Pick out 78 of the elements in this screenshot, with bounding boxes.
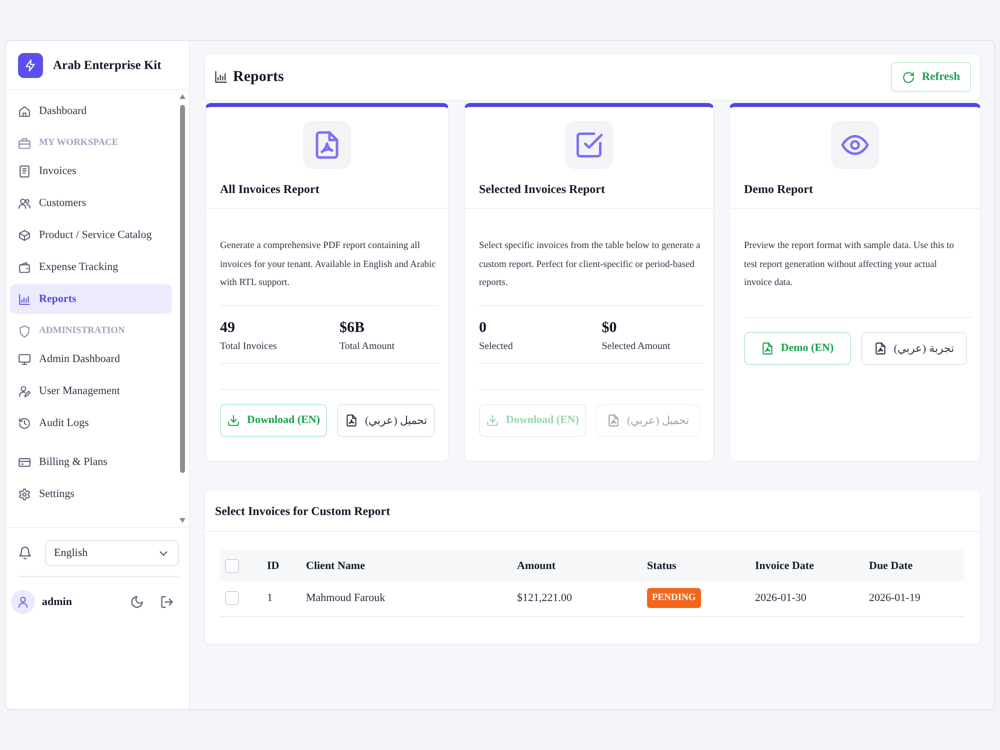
status-badge: PENDING xyxy=(647,588,701,608)
stat-label: Selected xyxy=(479,340,514,352)
user-edit-icon xyxy=(18,384,31,398)
table-cell: Mahmoud Farouk xyxy=(306,592,386,604)
stat-label: Total Invoices xyxy=(220,340,278,352)
bell-icon[interactable] xyxy=(18,546,32,560)
section-heading: MY WORKSPACE xyxy=(39,138,118,148)
column-header[interactable]: Invoice Date xyxy=(755,560,814,572)
lightning-icon xyxy=(18,52,43,78)
stat-value: 0 xyxy=(479,320,488,336)
bar-chart-icon xyxy=(214,70,228,84)
card-title: Selected Invoices Report xyxy=(479,182,605,197)
stat-value: $6B xyxy=(339,320,366,336)
download-icon xyxy=(486,414,499,426)
column-header[interactable]: Client Name xyxy=(306,560,365,572)
credit-card-icon xyxy=(18,456,31,468)
section-heading: ADMINISTRATION xyxy=(39,326,125,336)
people-icon xyxy=(18,196,31,210)
table-cell: 2026-01-30 xyxy=(755,592,806,604)
history-icon xyxy=(18,416,31,430)
checkbox[interactable] xyxy=(225,591,239,606)
arabic-demo-button[interactable]: تجربة (عربي) xyxy=(860,332,967,364)
language-select[interactable]: English xyxy=(45,540,179,566)
settings-icon xyxy=(18,488,31,500)
user-icon xyxy=(11,590,35,614)
shield-icon xyxy=(18,324,31,338)
stat-label: Total Amount xyxy=(339,340,396,352)
document-icon xyxy=(760,342,774,354)
document-icon xyxy=(874,342,887,354)
nav-item[interactable]: Expense Tracking xyxy=(10,252,172,282)
card-description: Preview the report format with sample data. Use this to test report generation without affecting your actual invoice data. xyxy=(744,240,956,290)
checkbox[interactable] xyxy=(225,558,239,572)
nav-item[interactable]: Dashboard xyxy=(10,96,172,126)
receipt-icon xyxy=(18,164,31,178)
wallet-icon xyxy=(18,260,31,274)
nav-item[interactable]: User Management xyxy=(10,376,172,406)
arabic-download-button[interactable]: تحميل (عربي) xyxy=(337,404,435,436)
card-title: All Invoices Report xyxy=(220,182,320,197)
document-icon xyxy=(303,121,351,169)
brand-name: Arab Enterprise Kit xyxy=(53,58,162,72)
bar-chart-icon xyxy=(18,292,31,306)
page-title: Reports xyxy=(233,68,284,86)
user-name: admin xyxy=(42,596,72,608)
scrollbar[interactable] xyxy=(179,93,186,525)
card-title: Demo Report xyxy=(744,182,813,197)
checked-box-icon xyxy=(565,121,613,169)
download-icon xyxy=(227,414,240,426)
refresh-icon xyxy=(902,70,915,84)
column-header[interactable]: Status xyxy=(647,560,676,572)
table-cell: $121,221.00 xyxy=(517,592,572,604)
nav-item[interactable]: Invoices xyxy=(10,156,172,186)
column-header[interactable]: ID xyxy=(267,560,280,572)
column-header[interactable]: Due Date xyxy=(869,560,913,572)
stat-label: Selected Amount xyxy=(602,340,672,352)
document-icon xyxy=(606,414,620,426)
nav-item[interactable]: Product / Service Catalog xyxy=(10,220,172,250)
cube-icon xyxy=(18,228,31,242)
nav-item[interactable]: Settings xyxy=(10,479,172,509)
nav-item[interactable]: Audit Logs xyxy=(10,408,172,438)
table-cell: 1 xyxy=(267,592,272,604)
table-cell: 2026-01-19 xyxy=(869,592,920,604)
briefcase-icon xyxy=(18,136,31,150)
house-icon xyxy=(18,104,31,118)
card-description: Select specific invoices from the table below to generate a custom report. Perfect for client-specific or period-based reports. xyxy=(479,240,702,290)
card-description: Generate a comprehensive PDF report containing all invoices for your tenant. Available in English and Arabic with RTL support. xyxy=(220,240,437,290)
nav-item[interactable]: Reports xyxy=(10,284,172,314)
logout-icon[interactable] xyxy=(160,595,174,609)
nav-item[interactable]: Billing & Plans xyxy=(10,447,172,477)
column-header[interactable]: Amount xyxy=(517,560,556,572)
stat-value: $0 xyxy=(602,320,618,336)
nav-item[interactable]: Customers xyxy=(10,188,172,218)
stat-value: 49 xyxy=(220,320,236,336)
eye-icon xyxy=(831,121,879,169)
moon-icon[interactable] xyxy=(130,595,144,609)
table-title: Select Invoices for Custom Report xyxy=(215,504,390,518)
document-icon xyxy=(344,414,358,426)
monitor-icon xyxy=(18,352,31,366)
nav-item[interactable]: Admin Dashboard xyxy=(10,344,172,374)
